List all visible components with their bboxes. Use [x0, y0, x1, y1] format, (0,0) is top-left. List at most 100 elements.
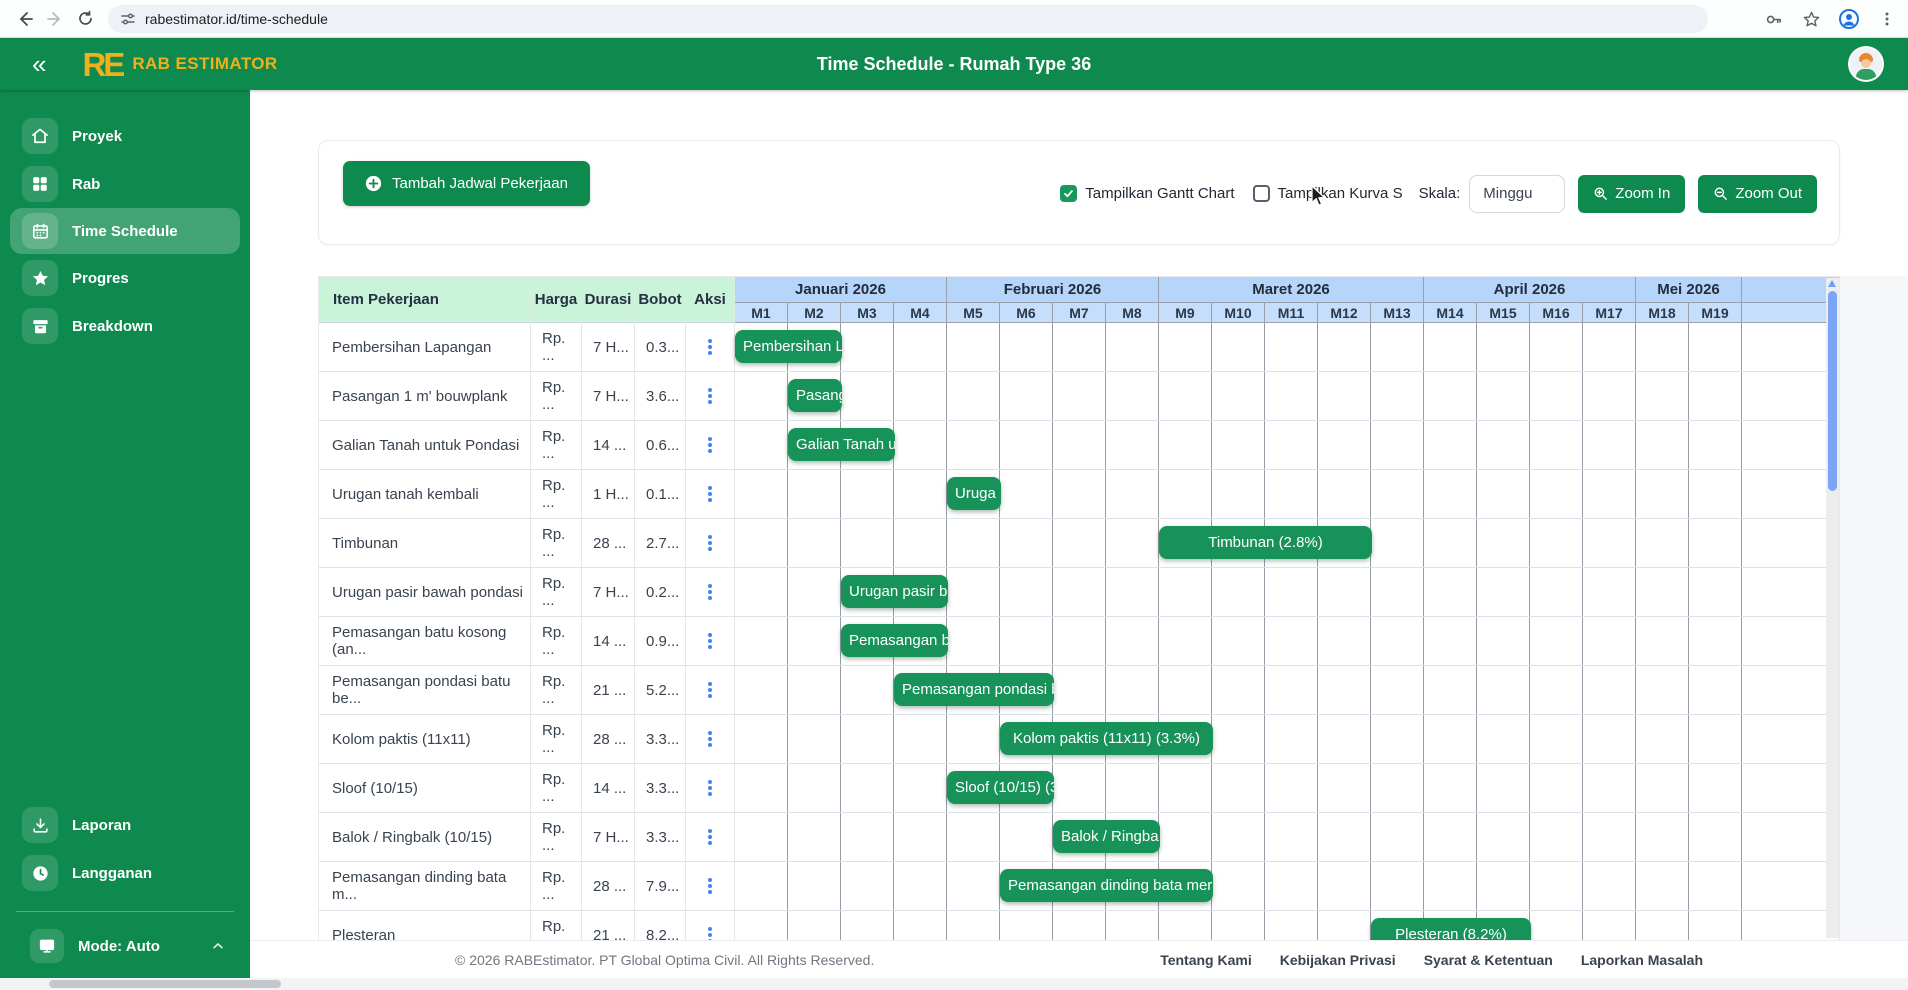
kebab-menu-icon[interactable]: [708, 682, 712, 698]
scale-select[interactable]: Minggu: [1469, 175, 1565, 213]
kebab-menu-icon[interactable]: [708, 731, 712, 747]
gantt-bar[interactable]: Kolom paktis (11x11) (3.3%): [1000, 722, 1213, 755]
gantt-week-header: M15: [1477, 303, 1530, 323]
sidebar-item-breakdown[interactable]: Breakdown: [0, 302, 250, 350]
cell-item: Galian Tanah untuk Pondasi: [319, 421, 531, 470]
browser-profile-icon[interactable]: [1834, 4, 1864, 34]
gantt-lane: Pemasangan dinding bata mera: [735, 862, 1839, 911]
cell-item: Pemasangan pondasi batu be...: [319, 666, 531, 715]
footer-link-syarat[interactable]: Syarat & Ketentuan: [1424, 952, 1553, 968]
row-actions-button[interactable]: [686, 715, 735, 764]
row-actions-button[interactable]: [686, 911, 735, 940]
row-actions-button[interactable]: [686, 764, 735, 813]
row-actions-button[interactable]: [686, 372, 735, 421]
kebab-menu-icon[interactable]: [708, 339, 712, 355]
kebab-menu-icon[interactable]: [708, 388, 712, 404]
scrollbar-thumb[interactable]: [1828, 291, 1837, 491]
kebab-menu-icon[interactable]: [708, 878, 712, 894]
gantt-week-header: M4: [894, 303, 947, 323]
footer-link-masalah[interactable]: Laporkan Masalah: [1581, 952, 1703, 968]
cell-durasi: 28 ...: [582, 519, 635, 568]
gantt-bar[interactable]: Pembersihan L: [735, 330, 842, 363]
cell-item: Pembersihan Lapangan: [319, 323, 531, 372]
zoom-out-button[interactable]: Zoom Out: [1698, 175, 1817, 213]
gantt-bar[interactable]: Galian Tanah u: [788, 428, 895, 461]
row-actions-button[interactable]: [686, 323, 735, 372]
cell-item: Sloof (10/15): [319, 764, 531, 813]
row-actions-button[interactable]: [686, 519, 735, 568]
kebab-menu-icon[interactable]: [708, 780, 712, 796]
gantt-bar[interactable]: Pemasangan pondasi b: [894, 673, 1054, 706]
add-schedule-button[interactable]: Tambah Jadwal Pekerjaan: [343, 161, 590, 206]
row-actions-button[interactable]: [686, 813, 735, 862]
sidebar-item-laporan[interactable]: Laporan: [0, 801, 250, 849]
kebab-menu-icon[interactable]: [708, 633, 712, 649]
cell-item: Kolom paktis (11x11): [319, 715, 531, 764]
horizontal-scrollbar[interactable]: [0, 978, 1908, 990]
gantt-lane: Uruga: [735, 470, 1839, 519]
kebab-menu-icon[interactable]: [708, 829, 712, 845]
row-actions-button[interactable]: [686, 862, 735, 911]
browser-reload-icon[interactable]: [70, 4, 100, 34]
gantt-bar[interactable]: Pasang: [788, 379, 842, 412]
cell-durasi: 21 ...: [582, 666, 635, 715]
kebab-menu-icon[interactable]: [708, 535, 712, 551]
row-actions-button[interactable]: [686, 666, 735, 715]
show-gantt-checkbox[interactable]: [1060, 185, 1077, 202]
sidebar-item-label: Langganan: [72, 865, 152, 882]
gantt-week-header: M18: [1636, 303, 1689, 323]
cell-bobot: 3.3...: [635, 813, 686, 862]
site-settings-icon[interactable]: [120, 11, 136, 27]
sidebar-item-time-schedule[interactable]: Time Schedule: [10, 208, 240, 254]
sidebar-item-proyek[interactable]: Proyek: [0, 112, 250, 160]
sidebar-item-langganan[interactable]: Langganan: [0, 849, 250, 897]
row-actions-button[interactable]: [686, 421, 735, 470]
gantt-bar[interactable]: Plesteran (8.2%): [1371, 918, 1531, 940]
scrollbar-up-arrow[interactable]: [1828, 280, 1836, 287]
row-actions-button[interactable]: [686, 568, 735, 617]
browser-menu-icon[interactable]: [1872, 4, 1902, 34]
table-row: Urugan pasir bawah pondasiRp. ...7 H...0…: [319, 568, 1839, 617]
gantt-vertical-scrollbar[interactable]: [1826, 278, 1839, 938]
cell-bobot: 0.2...: [635, 568, 686, 617]
gantt-bar[interactable]: Uruga: [947, 477, 1001, 510]
cell-durasi: 14 ...: [582, 764, 635, 813]
gantt-bar[interactable]: Timbunan (2.8%): [1159, 526, 1372, 559]
table-row: Urugan tanah kembaliRp. ...1 H...0.1...U…: [319, 470, 1839, 519]
mode-toggle[interactable]: Mode: Auto: [0, 924, 250, 968]
gantt-bar[interactable]: Urugan pasir b: [841, 575, 948, 608]
sidebar-item-progres[interactable]: Progres: [0, 254, 250, 302]
browser-back-icon[interactable]: [10, 4, 40, 34]
kebab-menu-icon[interactable]: [708, 486, 712, 502]
horizontal-scrollbar-thumb[interactable]: [49, 980, 281, 988]
gantt-bar[interactable]: Balok / Ringba: [1053, 820, 1160, 853]
kebab-menu-icon[interactable]: [708, 584, 712, 600]
kebab-menu-icon[interactable]: [708, 437, 712, 453]
gantt-week-header: M1: [735, 303, 788, 323]
sidebar-collapse-icon[interactable]: «: [32, 51, 46, 77]
kebab-menu-icon[interactable]: [708, 927, 712, 940]
user-avatar[interactable]: [1848, 46, 1884, 82]
footer-link-tentang[interactable]: Tentang Kami: [1160, 952, 1252, 968]
gantt-gridlines: [735, 764, 1743, 812]
gantt-bar[interactable]: Pemasangan b: [841, 624, 948, 657]
gantt-bar[interactable]: Pemasangan dinding bata mera: [1000, 869, 1213, 902]
show-kurva-checkbox[interactable]: [1253, 185, 1270, 202]
gantt-bar[interactable]: Sloof (10/15) (3: [947, 771, 1054, 804]
row-actions-button[interactable]: [686, 470, 735, 519]
gantt-week-header: M11: [1265, 303, 1318, 323]
browser-forward-icon[interactable]: [40, 4, 70, 34]
sidebar-item-rab[interactable]: Rab: [0, 160, 250, 208]
bookmark-star-icon[interactable]: [1796, 4, 1826, 34]
table-row: Galian Tanah untuk PondasiRp. ...14 ...0…: [319, 421, 1839, 470]
app-logo[interactable]: RE RAB ESTIMATOR: [82, 48, 277, 81]
password-key-icon[interactable]: [1758, 4, 1788, 34]
screen: rabestimator.id/time-schedule « RE RAB E…: [0, 0, 1908, 990]
cell-harga: Rp. ...: [531, 715, 582, 764]
url-text[interactable]: rabestimator.id/time-schedule: [145, 11, 328, 27]
row-actions-button[interactable]: [686, 617, 735, 666]
footer-link-privasi[interactable]: Kebijakan Privasi: [1280, 952, 1396, 968]
table-header: Item Pekerjaan Harga Durasi Bobot Aksi J…: [319, 277, 1839, 323]
url-bar[interactable]: rabestimator.id/time-schedule: [108, 5, 1708, 33]
zoom-in-button[interactable]: Zoom In: [1578, 175, 1685, 213]
